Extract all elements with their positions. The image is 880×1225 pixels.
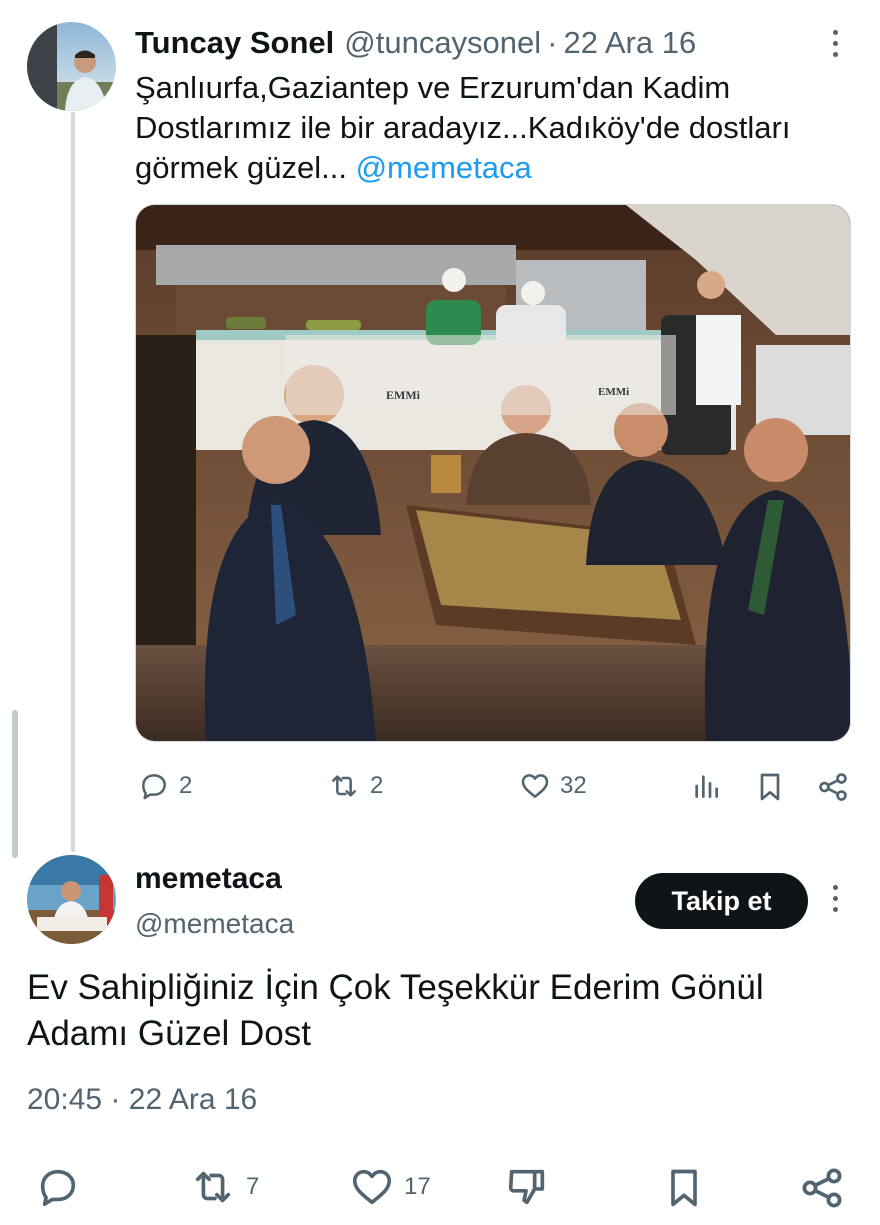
tweet-photo[interactable]: EMMi EMMi	[135, 204, 851, 742]
repost-icon	[332, 775, 356, 797]
share-icon	[819, 773, 847, 801]
author-name[interactable]: Tuncay Sonel	[135, 25, 334, 61]
like-button[interactable]: 17	[348, 1164, 431, 1210]
reply-button[interactable]: 2	[137, 770, 192, 802]
more-options-icon[interactable]	[829, 885, 841, 912]
tweet-date[interactable]: 22 Ara 16	[564, 25, 697, 61]
mention-link[interactable]: @memetaca	[356, 150, 532, 185]
bookmark-button[interactable]	[754, 770, 786, 804]
reply-button[interactable]	[34, 1164, 82, 1210]
share-icon	[802, 1168, 842, 1208]
media-sign-left: EMMi	[386, 388, 421, 402]
like-count: 17	[404, 1173, 431, 1200]
meta-separator: ·	[547, 25, 558, 60]
dislike-icon	[508, 1169, 545, 1205]
repost-button[interactable]: 2	[326, 770, 383, 802]
more-options-icon[interactable]	[829, 30, 841, 57]
thread-connector-line	[71, 112, 75, 852]
repost-count: 2	[370, 772, 384, 799]
author-handle[interactable]: @tuncaysonel	[344, 25, 541, 61]
author-handle[interactable]: @memetaca	[135, 908, 294, 940]
media-sign-right: EMMi	[598, 386, 629, 398]
tweet-time: 20:45	[27, 1083, 103, 1116]
tweet-text: Ev Sahipliğiniz İçin Çok Teşekkür Ederim…	[27, 968, 764, 1053]
reply-icon	[142, 774, 166, 800]
reply-count: 2	[179, 772, 193, 799]
bookmark-icon	[671, 1169, 697, 1207]
tweet-header: Tuncay Sonel @tuncaysonel · 22 Ara 16	[135, 22, 696, 64]
bookmark-icon	[760, 773, 780, 801]
meta-separator: ·	[110, 1083, 121, 1116]
author-name[interactable]: memetaca	[135, 862, 282, 896]
analytics-icon	[695, 775, 718, 798]
reply-icon	[40, 1169, 76, 1207]
views-button[interactable]	[690, 770, 722, 802]
follow-button[interactable]: Takip et	[635, 873, 808, 929]
repost-button[interactable]: 7	[188, 1164, 259, 1210]
bookmark-button[interactable]	[662, 1164, 706, 1212]
like-button[interactable]: 32	[518, 770, 587, 802]
author-avatar-memetaca[interactable]	[27, 855, 116, 944]
repost-icon	[195, 1171, 231, 1203]
tweet-timestamp[interactable]: 20:45 · 22 Ara 16	[27, 1083, 257, 1117]
like-count: 32	[560, 772, 587, 799]
author-avatar-tuncaysonel[interactable]	[27, 22, 116, 111]
heart-icon	[521, 774, 549, 798]
share-button[interactable]	[798, 1164, 846, 1212]
dislike-button[interactable]	[503, 1164, 551, 1210]
tweet-date: 22 Ara 16	[128, 1083, 258, 1116]
scrollbar-thumb[interactable]	[12, 710, 18, 858]
repost-count: 7	[246, 1173, 260, 1200]
share-button[interactable]	[816, 770, 850, 804]
heart-icon	[352, 1169, 392, 1205]
tweet-text: Şanlıurfa,Gaziantep ve Erzurum'dan Kadim…	[135, 68, 865, 188]
